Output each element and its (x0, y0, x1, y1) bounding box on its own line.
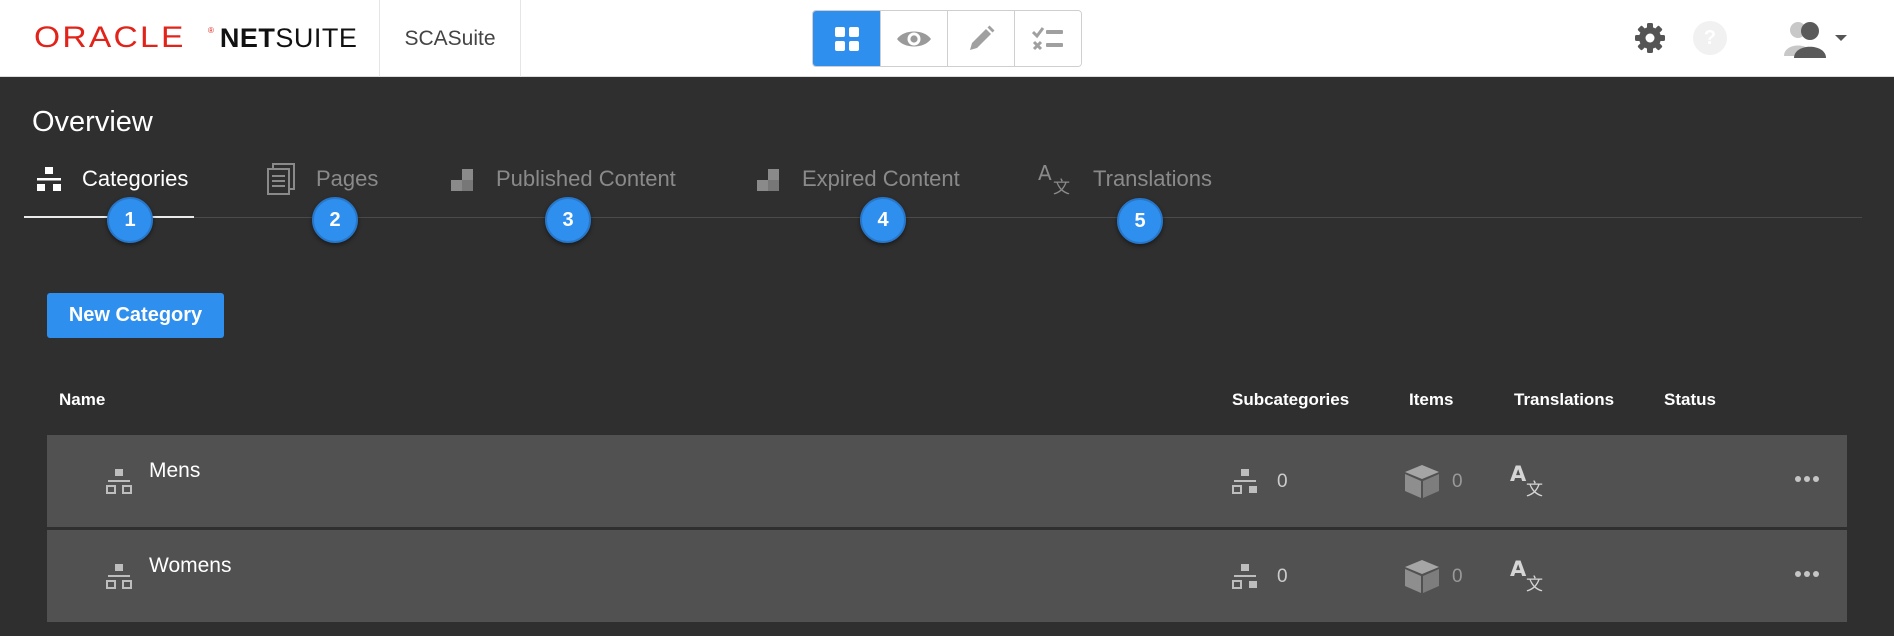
eye-icon (897, 31, 931, 46)
tab-label: Pages (316, 166, 379, 191)
new-category-button[interactable]: New Category (47, 293, 224, 338)
svg-text:文: 文 (1526, 480, 1543, 497)
logo-suite-text: SUITE (275, 22, 358, 53)
table-row[interactable]: Womens 0 0 A 文 (47, 530, 1847, 622)
tab-pages[interactable]: Pages (266, 162, 378, 196)
divider (520, 0, 521, 77)
overview-mode-button[interactable] (813, 11, 880, 66)
hierarchy-icon (105, 562, 133, 595)
tab-label: Expired Content (802, 166, 960, 191)
step-badge: 4 (860, 197, 906, 243)
tab-bar: Categories Pages Published Content Expir… (24, 150, 1862, 244)
oracle-netsuite-logo[interactable]: ORACLE ® NET SUITE (34, 20, 357, 56)
svg-text:A: A (1038, 163, 1052, 185)
tab-expired-content[interactable]: Expired Content (756, 162, 960, 196)
hierarchy-icon (105, 467, 133, 500)
table-row[interactable]: Mens 0 0 A 文 (47, 435, 1847, 527)
subcategories-count: 0 (1277, 566, 1288, 587)
subcategories-icon (1231, 562, 1259, 595)
blocks-icon (450, 166, 476, 192)
page-title: Overview (32, 106, 153, 138)
edit-mode-button[interactable] (947, 11, 1014, 66)
tab-translations[interactable]: A 文 Translations (1037, 162, 1212, 196)
user-avatar-icon (1784, 22, 1826, 58)
box-icon (1403, 558, 1441, 599)
help-button[interactable]: ? (1693, 21, 1727, 55)
logo-oracle-text: ORACLE (34, 21, 186, 54)
more-options-icon[interactable] (1789, 461, 1825, 497)
logo-registered-mark: ® (208, 25, 214, 35)
tab-label: Published Content (496, 166, 676, 191)
tab-label: Translations (1093, 166, 1213, 191)
step-badge: 1 (107, 197, 153, 243)
more-options-icon[interactable] (1789, 556, 1825, 592)
blocks-icon (756, 166, 782, 192)
svg-text:A: A (1510, 463, 1527, 486)
column-header-translations[interactable]: Translations (1514, 390, 1614, 410)
svg-text:文: 文 (1053, 178, 1070, 195)
column-header-status[interactable]: Status (1664, 390, 1716, 410)
box-icon (1403, 463, 1441, 504)
subcategories-count: 0 (1277, 471, 1288, 492)
pages-icon (266, 163, 296, 195)
category-name[interactable]: Womens (149, 554, 231, 578)
svg-text:文: 文 (1526, 575, 1543, 592)
hierarchy-icon (36, 166, 62, 192)
review-mode-button[interactable] (1014, 11, 1081, 66)
grid-icon (834, 26, 859, 51)
tab-bar-divider (24, 217, 1862, 218)
pencil-icon (970, 25, 995, 50)
translate-icon[interactable]: A 文 (1509, 557, 1547, 597)
tab-categories[interactable]: Categories (36, 162, 188, 196)
column-header-items[interactable]: Items (1409, 390, 1453, 410)
user-menu[interactable] (1784, 18, 1848, 58)
settings-button[interactable] (1634, 22, 1666, 54)
items-count: 0 (1452, 566, 1463, 587)
gear-icon (1635, 23, 1665, 53)
step-badge: 3 (545, 197, 591, 243)
checklist-icon (1032, 26, 1063, 50)
step-badge: 2 (312, 197, 358, 243)
translate-icon: A 文 (1037, 163, 1073, 195)
mode-switcher (812, 10, 1082, 67)
subcategories-icon (1231, 467, 1259, 500)
tab-published-content[interactable]: Published Content (450, 162, 676, 196)
svg-text:A: A (1510, 558, 1527, 581)
chevron-down-icon (1835, 35, 1847, 41)
category-name[interactable]: Mens (149, 459, 200, 483)
view-mode-button[interactable] (880, 11, 947, 66)
items-count: 0 (1452, 471, 1463, 492)
site-name[interactable]: SCASuite (380, 0, 520, 77)
step-badge: 5 (1117, 198, 1163, 244)
tab-label: Categories (82, 166, 189, 191)
top-bar: ORACLE ® NET SUITE SCASuite ? (0, 0, 1894, 77)
column-header-name[interactable]: Name (59, 390, 105, 410)
translate-icon[interactable]: A 文 (1509, 462, 1547, 502)
column-header-subcategories[interactable]: Subcategories (1232, 390, 1349, 410)
